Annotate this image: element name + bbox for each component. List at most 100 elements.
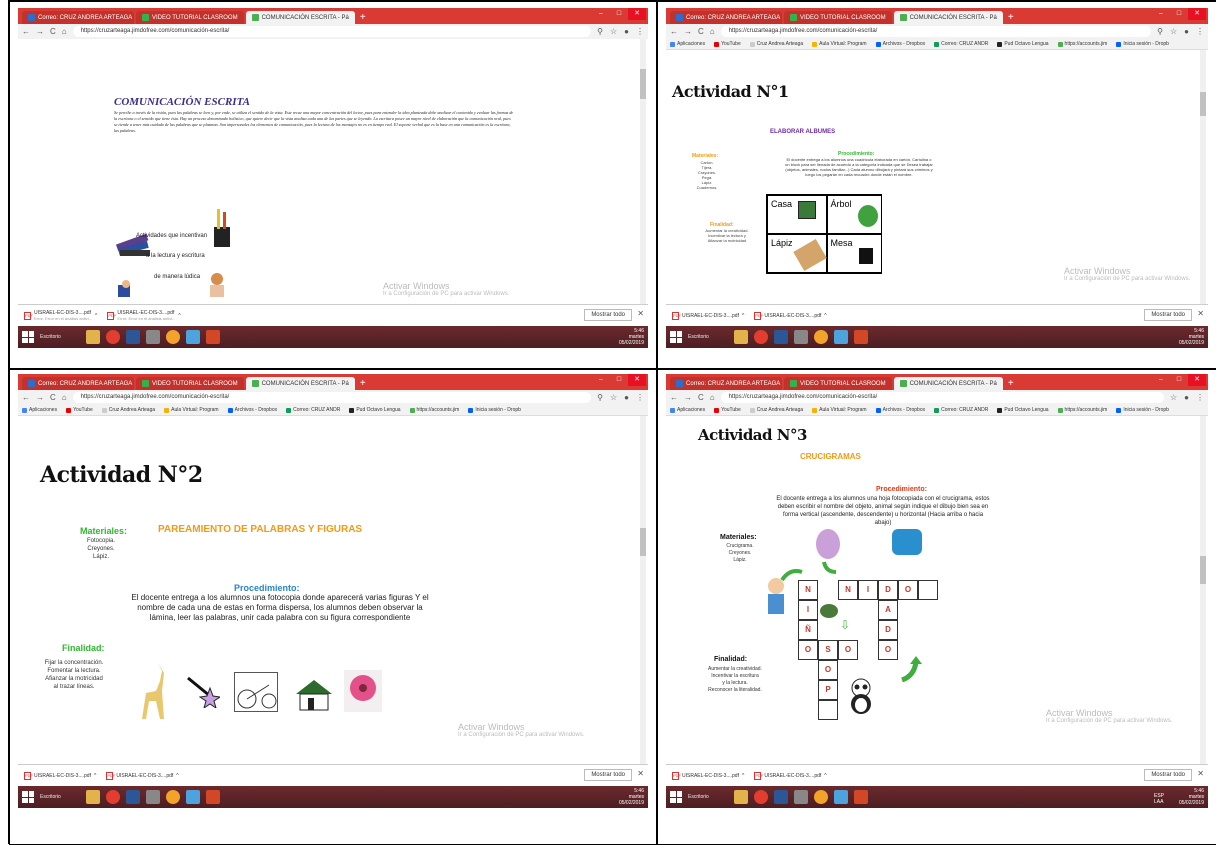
account-icon[interactable]: ● — [1184, 393, 1189, 402]
home-icon[interactable]: ⌂ — [710, 393, 715, 402]
reload-icon[interactable]: C — [698, 27, 704, 36]
word-icon[interactable] — [126, 330, 140, 344]
url-input[interactable]: https://cruzarteaga.jimdofree.com/comuni… — [720, 26, 1152, 37]
crossword-cell[interactable] — [818, 700, 838, 720]
firefox-icon[interactable] — [166, 790, 180, 804]
chevron-up-icon[interactable]: ^ — [824, 773, 826, 779]
close-downloads-icon[interactable]: ✕ — [637, 769, 644, 778]
powerpoint-icon[interactable] — [206, 790, 220, 804]
download-item[interactable]: PDF UISRAEL-EC-DIS-3....pdf ^ — [754, 311, 827, 320]
powerpoint-icon[interactable] — [854, 330, 868, 344]
crossword-cell[interactable]: D — [878, 620, 898, 640]
tab-mail[interactable]: Correo: CRUZ ANDREA ARTEAGA — [22, 377, 134, 390]
download-item[interactable]: PDF UISRAEL-EC-DIS-3....pdf ^ — [672, 771, 744, 780]
forward-icon[interactable]: → — [36, 393, 44, 402]
bookmark-aula[interactable]: Aula Virtual: Program — [164, 407, 219, 413]
scrollbar[interactable] — [1200, 50, 1206, 304]
close-button[interactable]: ✕ — [628, 374, 646, 386]
tab-comunicacion[interactable]: COMUNICACIÓN ESCRITA - Pá — [245, 377, 355, 390]
menu-icon[interactable]: ⋮ — [636, 393, 644, 402]
bookmark-accounts[interactable]: https://accounts.jim — [409, 407, 459, 413]
account-icon[interactable]: ● — [624, 393, 629, 402]
crossword-cell[interactable] — [918, 580, 938, 600]
tab-video[interactable]: VIDEO TUTORIAL CLASROOM — [136, 377, 244, 390]
bookmark-dropbox[interactable]: Archivos - Dropbox — [227, 407, 277, 413]
crossword-cell[interactable]: N — [838, 580, 858, 600]
reload-icon[interactable]: C — [50, 27, 56, 36]
url-input[interactable]: https://cruzarteaga.jimdofree.com/comuni… — [72, 392, 592, 403]
home-icon[interactable]: ⌂ — [62, 393, 67, 402]
url-input[interactable]: https://cruzarteaga.jimdofree.com/comuni… — [720, 392, 1164, 403]
explorer-icon[interactable] — [86, 330, 100, 344]
tab-video[interactable]: VIDEO TUTORIAL CLASROOM — [784, 377, 892, 390]
crossword-cell[interactable]: O — [838, 640, 858, 660]
firefox-icon[interactable] — [814, 330, 828, 344]
download-item[interactable]: PDF UISRAEL-EC-DIS-3....pdf ^ — [672, 311, 744, 320]
bookmark-pud[interactable]: Pud Octavo Lengua — [997, 41, 1049, 47]
tab-comunicacion[interactable]: COMUNICACIÓN ESCRITA - Pá — [893, 377, 1003, 390]
app2-icon[interactable] — [834, 790, 848, 804]
explorer-icon[interactable] — [86, 790, 100, 804]
reload-icon[interactable]: C — [50, 393, 56, 402]
chrome-icon[interactable] — [754, 330, 768, 344]
show-all-button[interactable]: Mostrar todo — [1144, 309, 1192, 321]
zoom-icon[interactable]: ⚲ — [1157, 27, 1163, 36]
crossword-cell[interactable]: O — [818, 660, 838, 680]
star-icon[interactable]: ☆ — [610, 393, 617, 402]
chrome-icon[interactable] — [754, 790, 768, 804]
zoom-icon[interactable]: ⚲ — [597, 393, 603, 402]
download-item[interactable]: PDF UISRAEL-EC-DIS-3....pdf ^ — [754, 771, 827, 780]
bookmark-dropbox[interactable]: Archivos - Dropbox — [875, 41, 925, 47]
maximize-button[interactable]: □ — [610, 8, 628, 20]
maximize-button[interactable]: □ — [1170, 8, 1188, 20]
tab-comunicacion[interactable]: COMUNICACIÓN ESCRITA - Pá — [893, 11, 1003, 24]
crossword-cell[interactable]: N — [798, 580, 818, 600]
powerpoint-icon[interactable] — [206, 330, 220, 344]
url-input[interactable]: https://cruzarteaga.jimdofree.com/comuni… — [72, 26, 592, 37]
crossword-cell[interactable]: A — [878, 600, 898, 620]
bookmark-youtube[interactable]: YouTube — [714, 407, 741, 413]
bookmark-aula[interactable]: Aula Virtual: Program — [812, 407, 867, 413]
crossword-cell[interactable]: Ñ — [798, 620, 818, 640]
minimize-button[interactable]: – — [1152, 8, 1170, 20]
scrollbar[interactable] — [640, 39, 646, 304]
close-downloads-icon[interactable]: ✕ — [1197, 769, 1204, 778]
new-tab-button[interactable]: + — [1008, 378, 1014, 390]
app2-icon[interactable] — [186, 330, 200, 344]
chevron-up-icon[interactable]: ^ — [824, 313, 826, 319]
chevron-up-icon[interactable]: ^ — [742, 773, 744, 779]
show-all-button[interactable]: Mostrar todo — [1144, 769, 1192, 781]
word-icon[interactable] — [774, 330, 788, 344]
bookmark-dropbox-login[interactable]: Inicia sesión - Dropb — [468, 407, 521, 413]
crossword-cell[interactable]: S — [818, 640, 838, 660]
firefox-icon[interactable] — [814, 790, 828, 804]
bookmark-dropbox-login[interactable]: Inicia sesión - Dropb — [1116, 41, 1169, 47]
minimize-button[interactable]: – — [592, 374, 610, 386]
forward-icon[interactable]: → — [684, 393, 692, 402]
close-button[interactable]: ✕ — [1188, 374, 1206, 386]
tab-mail[interactable]: Correo: CRUZ ANDREA ARTEAGA — [22, 11, 134, 24]
home-icon[interactable]: ⌂ — [62, 27, 67, 36]
bookmark-correo[interactable]: Correo: CRUZ ANDR — [934, 407, 988, 413]
menu-icon[interactable]: ⋮ — [636, 27, 644, 36]
chevron-up-icon[interactable]: ^ — [178, 313, 180, 319]
chevron-up-icon[interactable]: ^ — [94, 773, 96, 779]
bookmark-youtube[interactable]: YouTube — [714, 41, 741, 47]
app-icon[interactable] — [794, 790, 808, 804]
scrollbar[interactable] — [1200, 416, 1206, 764]
close-downloads-icon[interactable]: ✕ — [637, 309, 644, 318]
new-tab-button[interactable]: + — [1008, 12, 1014, 24]
bookmark-dropbox[interactable]: Archivos - Dropbox — [875, 407, 925, 413]
bookmark-cruz[interactable]: Cruz Andrea Arteaga — [749, 407, 803, 413]
chevron-up-icon[interactable]: ^ — [95, 313, 97, 319]
tab-mail[interactable]: Correo: CRUZ ANDREA ARTEAGA — [670, 377, 782, 390]
back-icon[interactable]: ← — [22, 27, 30, 36]
windows-start-icon[interactable] — [22, 331, 34, 343]
explorer-icon[interactable] — [734, 330, 748, 344]
windows-start-icon[interactable] — [22, 791, 34, 803]
home-icon[interactable]: ⌂ — [710, 27, 715, 36]
powerpoint-icon[interactable] — [854, 790, 868, 804]
bookmark-correo[interactable]: Correo: CRUZ ANDR — [934, 41, 988, 47]
star-icon[interactable]: ☆ — [610, 27, 617, 36]
crossword-cell[interactable]: I — [858, 580, 878, 600]
